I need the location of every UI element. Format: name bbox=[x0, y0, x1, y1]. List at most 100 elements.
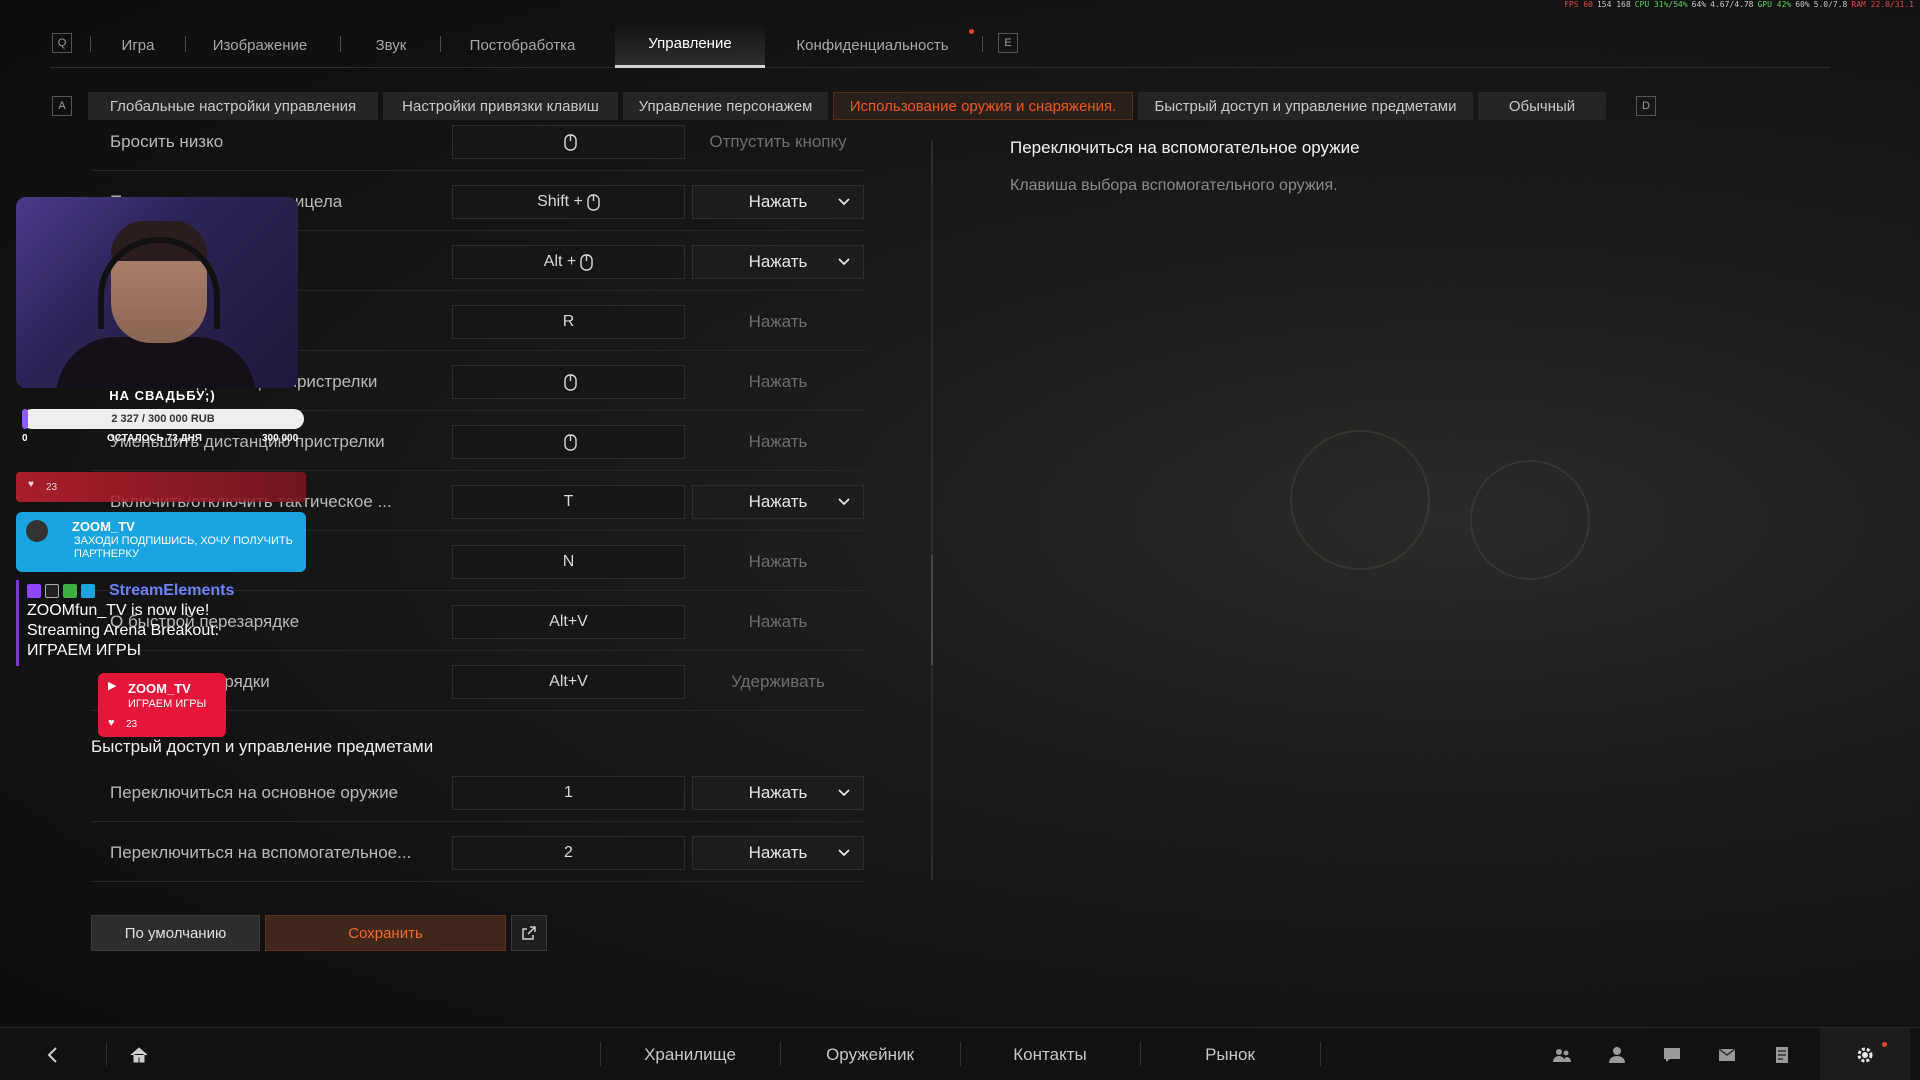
heart-icon: ♥ bbox=[28, 479, 34, 490]
mode-dropdown[interactable]: Нажать bbox=[692, 776, 864, 810]
settings-button[interactable] bbox=[1820, 1028, 1910, 1080]
donation-goal-min: 0 bbox=[22, 433, 28, 444]
mode-text: Нажать bbox=[748, 612, 808, 631]
mode-text: Нажать bbox=[748, 552, 808, 571]
mail-icon bbox=[1718, 1047, 1736, 1061]
chevron-down-icon bbox=[838, 258, 850, 266]
mode-text: Нажать bbox=[748, 252, 808, 271]
tasks-button[interactable] bbox=[1760, 1028, 1804, 1080]
key-binding-text: Alt + bbox=[543, 253, 577, 270]
subtab-quick-access[interactable]: Быстрый доступ и управление предметами bbox=[1138, 92, 1473, 120]
key-binding-text: T bbox=[563, 493, 574, 510]
tab-postprocessing[interactable]: Постобработка bbox=[460, 22, 585, 68]
key-binding-button[interactable]: 2 bbox=[452, 836, 685, 870]
tab-image[interactable]: Изображение bbox=[205, 22, 315, 68]
tab-separator bbox=[440, 36, 441, 52]
perf-gpu: GPU 42% bbox=[1757, 0, 1792, 9]
chat-button[interactable] bbox=[1650, 1028, 1694, 1080]
mode-text: Нажать bbox=[748, 192, 808, 211]
section-title-quick-access: Быстрый доступ и управление предметами bbox=[91, 737, 434, 756]
key-binding-button[interactable] bbox=[452, 125, 685, 159]
key-binding-button[interactable]: N bbox=[452, 545, 685, 579]
tab-game[interactable]: Игра bbox=[108, 22, 168, 68]
chat-line: ZOOMfun_TV is now live! bbox=[27, 602, 210, 619]
chevron-down-icon bbox=[838, 789, 850, 797]
mode-label: Нажать bbox=[692, 545, 864, 579]
mode-text: Нажать bbox=[748, 492, 808, 511]
key-binding-text: N bbox=[562, 553, 575, 570]
binding-label: Переключиться на вспомогательное... bbox=[110, 843, 412, 862]
mode-dropdown[interactable]: Нажать bbox=[692, 485, 864, 519]
streamer-webcam bbox=[16, 197, 298, 388]
mode-label: Нажать bbox=[692, 365, 864, 399]
mode-text: Нажать bbox=[748, 372, 808, 391]
nav-gunsmith[interactable]: Оружейник bbox=[790, 1028, 950, 1080]
top-tab-bar: Q Игра Изображение Звук Постобработка Уп… bbox=[50, 22, 1830, 68]
save-button[interactable]: Сохранить bbox=[265, 915, 506, 951]
key-binding-text: Shift + bbox=[537, 193, 583, 210]
mode-dropdown[interactable]: Нажать bbox=[692, 245, 864, 279]
subtab-normal[interactable]: Обычный bbox=[1478, 92, 1606, 120]
performance-overlay: FPS 60 154 168 CPU 31%/54% 64% 4.67/4.78… bbox=[1564, 0, 1920, 12]
binding-row: Переключиться на вспомогательное... 2 Нажа… bbox=[91, 824, 866, 882]
key-binding-button[interactable]: R bbox=[452, 305, 685, 339]
profile-button[interactable] bbox=[1595, 1028, 1639, 1080]
check-badge-icon bbox=[63, 584, 77, 598]
donation-goal-amount: 2 327 / 300 000 RUB bbox=[111, 413, 215, 425]
key-binding-button[interactable]: T bbox=[452, 485, 685, 519]
notification-dot bbox=[969, 29, 974, 34]
chevron-down-icon bbox=[838, 849, 850, 857]
donation-goal-title: НА СВАДЬБУ;) bbox=[109, 388, 216, 403]
external-link-button[interactable] bbox=[511, 915, 547, 951]
list-scrollbar[interactable] bbox=[931, 140, 933, 880]
perf-gpu-freq: 4.67/4.78 bbox=[1710, 0, 1754, 9]
notification-dot bbox=[1882, 1042, 1887, 1047]
chat-username: StreamElements bbox=[109, 582, 235, 599]
default-button[interactable]: По умолчанию bbox=[91, 915, 260, 951]
youtube-comment-card: ZOOM_TV ЗАХОДИ ПОДПИШИСЬ, ХОЧУ ПОЛУЧИТЬ … bbox=[16, 512, 306, 572]
key-binding-button[interactable]: Shift + bbox=[452, 185, 685, 219]
binding-row: Бросить низко Отпустить кнопку bbox=[91, 113, 866, 171]
key-binding-button[interactable]: Alt + bbox=[452, 245, 685, 279]
perf-cpu: CPU 31%/54% bbox=[1634, 0, 1688, 9]
home-icon bbox=[130, 1046, 148, 1062]
tab-privacy[interactable]: Конфиденциальность bbox=[780, 22, 965, 68]
donation-goal-bar: 2 327 / 300 000 RUB bbox=[22, 409, 304, 429]
scrollbar-thumb[interactable] bbox=[931, 555, 933, 665]
nav-storage[interactable]: Хранилище bbox=[610, 1028, 770, 1080]
description-title: Переключиться на вспомогательное оружие bbox=[1010, 138, 1360, 157]
home-button[interactable] bbox=[116, 1028, 162, 1080]
mode-label: Нажать bbox=[692, 305, 864, 339]
tab-controls[interactable]: Управление bbox=[615, 22, 765, 68]
key-binding-button[interactable]: 1 bbox=[452, 776, 685, 810]
subtab-weapons-equipment[interactable]: Использование оружия и снаряжения. bbox=[833, 92, 1133, 120]
friends-button[interactable] bbox=[1540, 1028, 1584, 1080]
key-binding-button[interactable] bbox=[452, 425, 685, 459]
nav-market[interactable]: Рынок bbox=[1150, 1028, 1310, 1080]
tab-separator bbox=[185, 36, 186, 52]
perf-gpu-vram: 60% bbox=[1795, 0, 1810, 9]
tab-sound[interactable]: Звук bbox=[360, 22, 422, 68]
back-button[interactable] bbox=[30, 1028, 76, 1080]
key-binding-button[interactable]: Alt+V bbox=[452, 665, 685, 699]
chevron-down-icon bbox=[838, 498, 850, 506]
gear-icon bbox=[1857, 1047, 1873, 1062]
key-binding-button[interactable] bbox=[452, 365, 685, 399]
friends-icon bbox=[1553, 1048, 1571, 1062]
mouse-icon bbox=[580, 253, 593, 271]
mode-dropdown[interactable]: Нажать bbox=[692, 185, 864, 219]
youtube-small-card: ▶ ZOOM_TV ИГРАЕМ ИГРЫ ♥ 23 bbox=[98, 673, 226, 737]
mode-text: Нажать bbox=[748, 783, 808, 802]
profile-icon bbox=[1609, 1046, 1625, 1063]
key-binding-button[interactable]: Alt+V bbox=[452, 605, 685, 639]
back-icon bbox=[47, 1046, 57, 1063]
chat-line: Streaming Arena Breakout: bbox=[27, 622, 220, 639]
mouse-icon bbox=[564, 373, 577, 391]
avatar bbox=[26, 520, 48, 542]
youtube-comment-text: ЗАХОДИ ПОДПИШИСЬ, ХОЧУ ПОЛУЧИТЬ ПАРТНЕРК… bbox=[74, 535, 293, 560]
nav-contacts[interactable]: Контакты bbox=[970, 1028, 1130, 1080]
mouse-icon bbox=[564, 133, 577, 151]
mode-dropdown[interactable]: Нажать bbox=[692, 836, 864, 870]
nav-separator bbox=[1320, 1042, 1321, 1066]
mail-button[interactable] bbox=[1705, 1028, 1749, 1080]
